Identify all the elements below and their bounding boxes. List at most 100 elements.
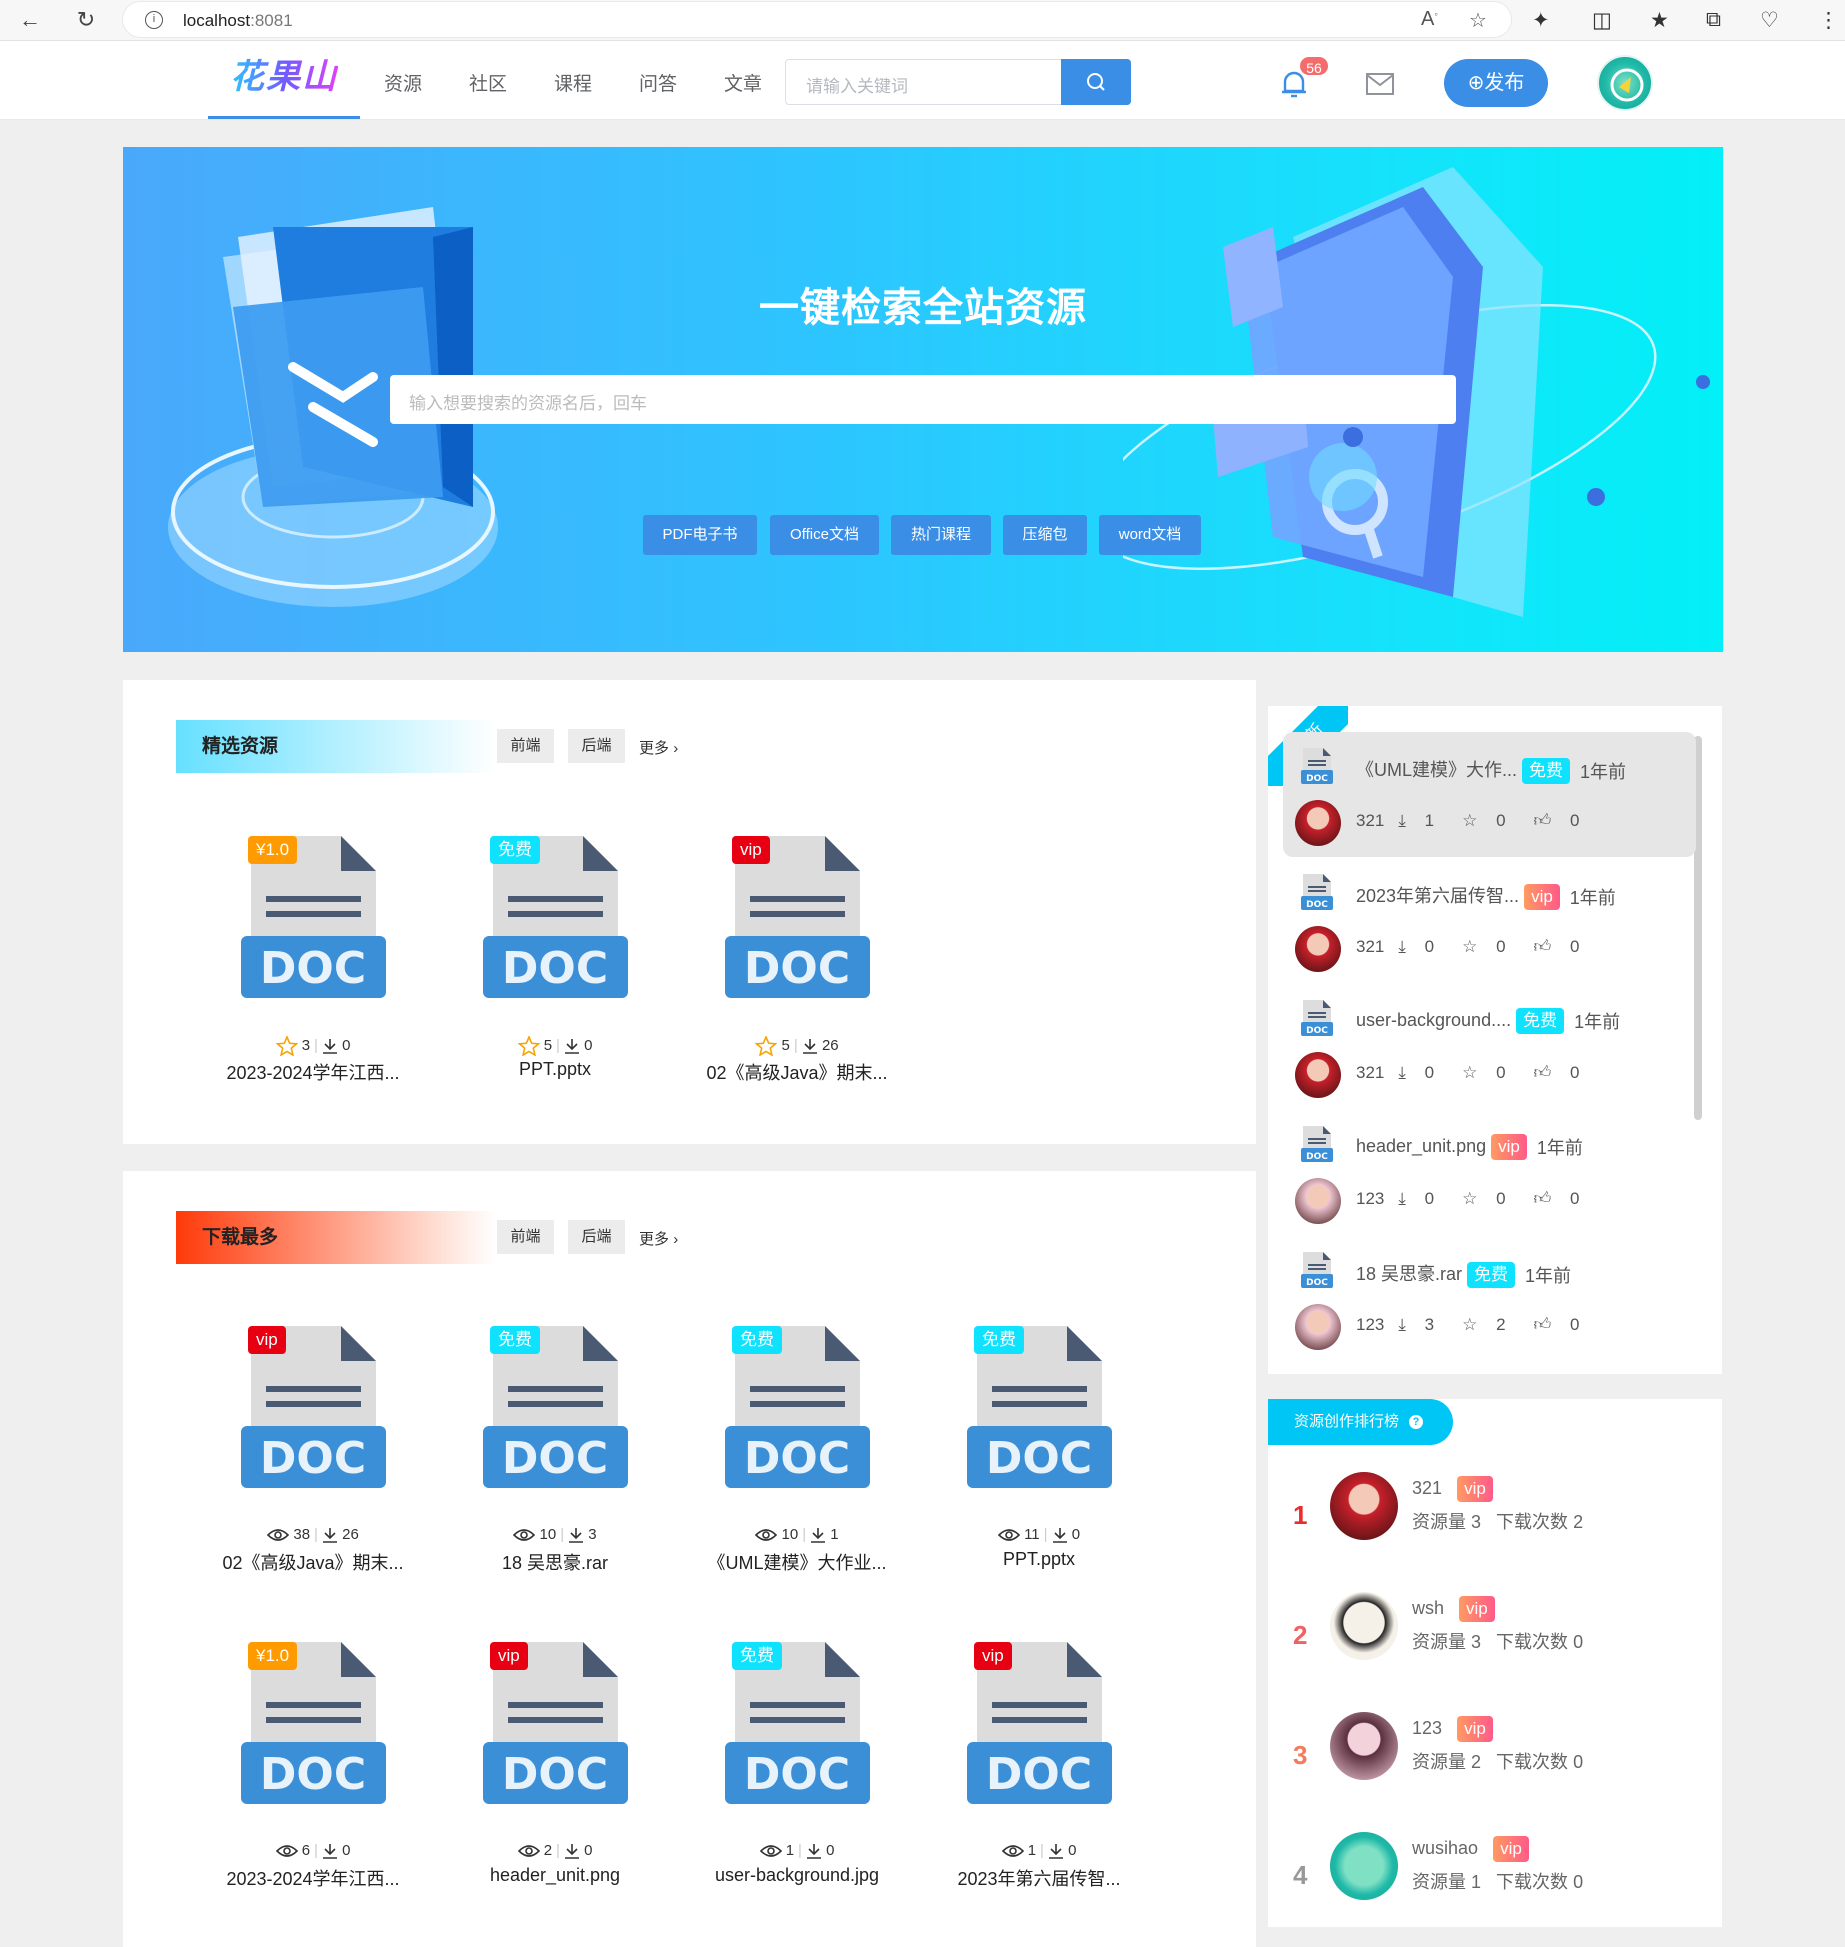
file-name[interactable]: user-background.jpg: [677, 1865, 917, 1886]
file-name[interactable]: 02《高级Java》期末...: [193, 1549, 433, 1575]
chip-frontend[interactable]: 前端: [497, 729, 554, 763]
site-logo[interactable]: 花果山: [208, 59, 360, 119]
download-icon: [564, 1842, 580, 1859]
hero-banner: 一键检索全站资源 输入想要搜索的资源名后，回车 PDF电子书 Office文档 …: [123, 147, 1723, 652]
address-bar[interactable]: i localhost:8081 A◦ ☆: [122, 1, 1512, 38]
chevron-right-icon: ›: [673, 740, 679, 757]
resource-file-card[interactable]: DOC 免费 11 | 0 PPT.pptx: [939, 1326, 1139, 1586]
ranking-item[interactable]: 3 123 vip 资源量 2 下载次数 0: [1268, 1712, 1728, 1822]
latest-resource-item[interactable]: DOC 《UML建模》大作... 免费 1年前 321 ⤓ 1 ☆ 0 👍︎ 0: [1283, 732, 1696, 857]
banner-tag-archive[interactable]: 压缩包: [1003, 515, 1087, 555]
download-icon: ⤓: [1398, 1315, 1406, 1334]
ranking-item[interactable]: 1 321 vip 资源量 3 下载次数 2: [1268, 1472, 1728, 1582]
more-link[interactable]: 更多 ›: [639, 1228, 678, 1249]
vip-badge: vip: [1457, 1716, 1493, 1742]
nav-item-resources[interactable]: 资源: [384, 69, 422, 96]
uploader-avatar[interactable]: [1295, 926, 1341, 972]
ranker-name[interactable]: wsh: [1412, 1598, 1444, 1618]
file-name[interactable]: 02《高级Java》期末...: [677, 1059, 917, 1085]
read-aloud-icon[interactable]: A◦: [1421, 8, 1438, 31]
resource-stats: 321 ⤓ 0 ☆ 0 👍︎ 0: [1356, 937, 1580, 956]
collections-icon[interactable]: ⧉: [1706, 8, 1721, 32]
nav-search-box[interactable]: 请输入关键词: [785, 59, 1131, 105]
ranker-name[interactable]: wusihao: [1412, 1838, 1478, 1858]
more-options-icon[interactable]: ⋮: [1818, 8, 1839, 33]
file-stats: 11 | 0: [939, 1526, 1139, 1543]
chip-backend[interactable]: 后端: [568, 729, 625, 763]
featured-resources-card: 精选资源 前端 后端 更多 › DOC ¥1.0 3 | 0 2023-2024学年江…: [123, 680, 1256, 1144]
ranking-item[interactable]: 2 wsh vip 资源量 3 下载次数 0: [1268, 1592, 1728, 1702]
file-name[interactable]: 2023年第六届传智...: [919, 1865, 1159, 1891]
help-icon[interactable]: ?: [1409, 1415, 1424, 1430]
latest-resource-item[interactable]: DOC 2023年第六届传智... vip 1年前 321 ⤓ 0 ☆ 0 👍︎ 0: [1283, 858, 1696, 983]
uploader-avatar[interactable]: [1295, 1052, 1341, 1098]
nav-item-articles[interactable]: 文章: [724, 69, 762, 96]
reload-icon[interactable]: ↻: [74, 8, 98, 32]
banner-search-input[interactable]: 输入想要搜索的资源名后，回车: [390, 375, 1456, 424]
latest-resource-item[interactable]: DOC user-background.... 免费 1年前 321 ⤓ 0 ☆ 0 👍︎ …: [1283, 984, 1696, 1109]
resource-file-card[interactable]: DOC vip 5 | 26 02《高级Java》期末...: [697, 836, 897, 1096]
ranker-avatar[interactable]: [1330, 1472, 1398, 1540]
ranking-item[interactable]: 4 wusihao vip 资源量 1 下载次数 0: [1268, 1832, 1728, 1942]
resource-file-card[interactable]: DOC ¥1.0 6 | 0 2023-2024学年江西...: [213, 1642, 413, 1902]
site-info-icon[interactable]: i: [145, 11, 163, 29]
ranker-name[interactable]: 123: [1412, 1718, 1442, 1738]
more-link[interactable]: 更多 ›: [639, 737, 678, 758]
banner-tag-office[interactable]: Office文档: [770, 515, 879, 555]
file-name[interactable]: 2023-2024学年江西...: [193, 1059, 433, 1085]
download-icon: [564, 1037, 580, 1054]
resource-stats: 321 ⤓ 1 ☆ 0 👍︎ 0: [1356, 811, 1580, 830]
resource-title[interactable]: 《UML建模》大作...: [1356, 760, 1517, 780]
uploader-avatar[interactable]: [1295, 1304, 1341, 1350]
download-icon: ⤓: [1398, 937, 1406, 956]
favorite-star-icon[interactable]: ☆: [1469, 8, 1487, 33]
latest-resource-item[interactable]: DOC header_unit.png vip 1年前 123 ⤓ 0 ☆ 0 👍︎ 0: [1283, 1110, 1696, 1235]
ranker-avatar[interactable]: [1330, 1712, 1398, 1780]
resource-file-card[interactable]: DOC 免费 10 | 1 《UML建模》大作业...: [697, 1326, 897, 1586]
nav-search-button[interactable]: [1061, 59, 1131, 105]
chip-frontend[interactable]: 前端: [497, 1220, 554, 1254]
favorites-icon[interactable]: ★: [1650, 8, 1669, 33]
resource-file-card[interactable]: DOC 免费 5 | 0 PPT.pptx: [455, 836, 655, 1096]
banner-search-placeholder[interactable]: 输入想要搜索的资源名后，回车: [409, 389, 647, 414]
nav-item-community[interactable]: 社区: [469, 69, 507, 96]
file-name[interactable]: 18 吴思豪.rar: [435, 1549, 675, 1575]
user-avatar[interactable]: [1597, 55, 1653, 111]
ranker-avatar[interactable]: [1330, 1592, 1398, 1660]
back-arrow-icon[interactable]: ←: [18, 8, 42, 32]
resource-file-card[interactable]: DOC 免费 10 | 3 18 吴思豪.rar: [455, 1326, 655, 1586]
nav-search-placeholder[interactable]: 请输入关键词: [806, 72, 908, 97]
latest-resource-item[interactable]: DOC 18 吴思豪.rar 免费 1年前 123 ⤓ 3 ☆ 2 👍︎ 0: [1283, 1236, 1696, 1361]
resource-file-card[interactable]: DOC ¥1.0 3 | 0 2023-2024学年江西...: [213, 836, 413, 1096]
resource-file-card[interactable]: DOC 免费 1 | 0 user-background.jpg: [697, 1642, 897, 1902]
uploader-avatar[interactable]: [1295, 800, 1341, 846]
file-name[interactable]: PPT.pptx: [919, 1549, 1159, 1570]
ranker-avatar[interactable]: [1330, 1832, 1398, 1900]
download-icon: [806, 1842, 822, 1859]
publish-button[interactable]: ⊕发布: [1444, 59, 1548, 107]
resource-title[interactable]: 18 吴思豪.rar: [1356, 1264, 1462, 1284]
file-name[interactable]: 2023-2024学年江西...: [193, 1865, 433, 1891]
banner-tag-pdf[interactable]: PDF电子书: [643, 515, 757, 555]
resource-file-card[interactable]: DOC vip 38 | 26 02《高级Java》期末...: [213, 1326, 413, 1586]
banner-tag-word[interactable]: word文档: [1099, 515, 1201, 555]
browser-essentials-icon[interactable]: ♡: [1760, 8, 1779, 33]
file-name[interactable]: header_unit.png: [435, 1865, 675, 1886]
chip-backend[interactable]: 后端: [568, 1220, 625, 1254]
chevron-right-icon: ›: [673, 1231, 679, 1248]
ranker-name[interactable]: 321: [1412, 1478, 1442, 1498]
file-name[interactable]: PPT.pptx: [435, 1059, 675, 1080]
uploader-avatar[interactable]: [1295, 1178, 1341, 1224]
extensions-icon[interactable]: ✦: [1532, 8, 1550, 33]
nav-item-courses[interactable]: 课程: [554, 69, 592, 96]
resource-title[interactable]: 2023年第六届传智...: [1356, 886, 1519, 906]
mail-icon[interactable]: [1366, 73, 1394, 95]
banner-tag-courses[interactable]: 热门课程: [891, 515, 991, 555]
resource-file-card[interactable]: DOC vip 1 | 0 2023年第六届传智...: [939, 1642, 1139, 1902]
nav-item-qa[interactable]: 问答: [639, 69, 677, 96]
split-screen-icon[interactable]: ◫: [1592, 8, 1612, 33]
file-name[interactable]: 《UML建模》大作业...: [677, 1549, 917, 1575]
resource-file-card[interactable]: DOC vip 2 | 0 header_unit.png: [455, 1642, 655, 1902]
resource-title[interactable]: user-background....: [1356, 1010, 1511, 1030]
resource-title[interactable]: header_unit.png: [1356, 1136, 1486, 1156]
